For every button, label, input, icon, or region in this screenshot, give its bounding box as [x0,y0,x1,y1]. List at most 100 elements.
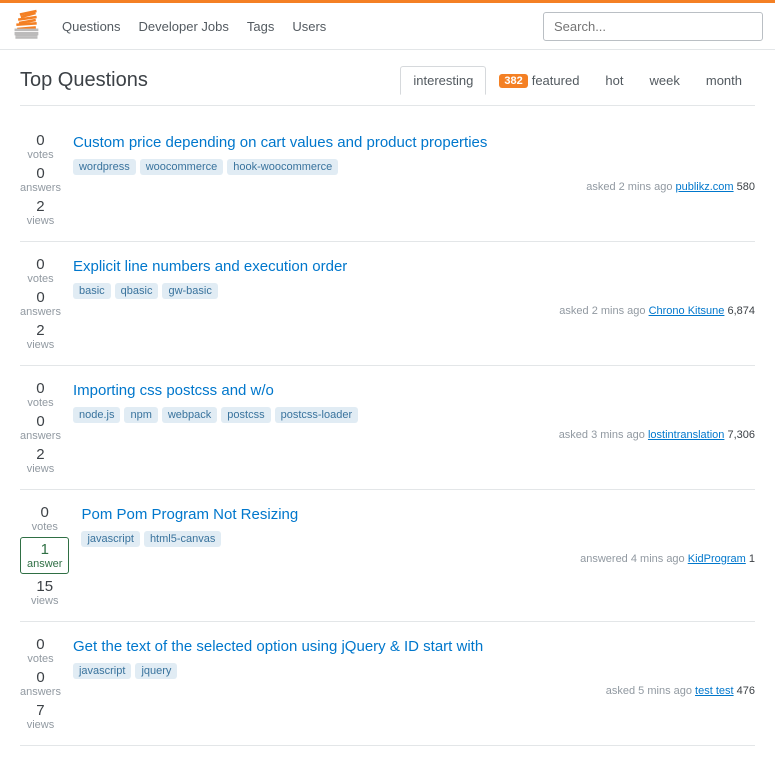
question-item: 0votes0answers2viewsImporting css postcs… [20,366,755,490]
nav-questions[interactable]: Questions [62,19,121,34]
votes-group: 0votes [27,256,53,285]
answers-group: 0answers [20,413,61,442]
tag[interactable]: javascript [81,531,139,547]
user-link[interactable]: KidProgram [688,553,746,565]
vote-label: votes [27,149,53,161]
question-title[interactable]: Get the text of the selected option usin… [73,636,755,657]
answers-group: 1answer [20,537,69,574]
top-bar: Top Questions interesting 382 featured h… [20,66,755,106]
tab-month[interactable]: month [693,66,755,95]
user-link[interactable]: test test [695,685,734,697]
view-count: 15 [36,578,53,595]
tag[interactable]: javascript [73,663,131,679]
tab-interesting[interactable]: interesting [400,66,486,95]
action-label: asked 5 mins ago [606,685,695,697]
tag[interactable]: postcss-loader [275,407,359,423]
answer-label: answers [20,686,61,698]
votes-group: 0votes [27,636,53,665]
nav-developer-jobs[interactable]: Developer Jobs [139,19,229,34]
tab-featured[interactable]: 382 featured [486,66,592,95]
user-score: 7,306 [727,429,755,441]
votes-group: 0votes [32,504,58,533]
tag[interactable]: jquery [135,663,177,679]
answer-count: 1 [41,541,49,558]
action-label: asked 2 mins ago [586,181,675,193]
tag[interactable]: basic [73,283,111,299]
tag[interactable]: gw-basic [162,283,217,299]
header: Questions Developer Jobs Tags Users [0,0,775,50]
question-item: 0votes0answers7viewsGet the text of the … [20,622,755,746]
answer-label: answers [20,306,61,318]
votes-group: 0votes [27,132,53,161]
answer-label: answer [27,558,62,570]
vote-count: 0 [36,636,44,653]
nav-tags[interactable]: Tags [247,19,274,34]
question-title[interactable]: Pom Pom Program Not Resizing [81,504,755,525]
question-title[interactable]: Explicit line numbers and execution orde… [73,256,755,277]
action-label: asked 2 mins ago [559,305,648,317]
tag[interactable]: hook-woocommerce [227,159,338,175]
question-stats: 0votes0answers2views [20,256,61,351]
tag[interactable]: npm [124,407,157,423]
tags-row: javascriptjquery [73,663,755,679]
view-label: views [27,463,55,475]
tab-week[interactable]: week [637,66,693,95]
answer-count: 0 [36,413,44,430]
question-stats: 0votes0answers7views [20,636,61,731]
answer-count: 0 [36,289,44,306]
answer-label: answers [20,182,61,194]
tag[interactable]: qbasic [115,283,159,299]
tag[interactable]: node.js [73,407,120,423]
tag[interactable]: html5-canvas [144,531,221,547]
vote-label: votes [32,521,58,533]
view-label: views [27,719,55,731]
view-count: 7 [36,702,44,719]
question-meta: asked 2 mins ago publikz.com 580 [73,181,755,193]
user-link[interactable]: lostintranslation [648,429,724,441]
user-score: 580 [737,181,755,193]
question-title[interactable]: Importing css postcss and w/o [73,380,755,401]
question-meta: answered 4 mins ago KidProgram 1 [81,553,755,565]
question-item: 0votes0answers2viewsCustom price dependi… [20,118,755,242]
votes-group: 0votes [27,380,53,409]
view-label: views [27,339,55,351]
tag[interactable]: postcss [221,407,270,423]
nav-users[interactable]: Users [292,19,326,34]
vote-count: 0 [36,132,44,149]
vote-label: votes [27,653,53,665]
search-input[interactable] [543,12,763,41]
tag[interactable]: wordpress [73,159,136,175]
answers-group: 0answers [20,165,61,194]
user-link[interactable]: publikz.com [676,181,734,193]
user-link[interactable]: Chrono Kitsune [649,305,725,317]
featured-badge: 382 [499,74,527,88]
vote-label: votes [27,397,53,409]
question-content: Importing css postcss and w/o node.jsnpmw… [73,380,755,475]
question-title[interactable]: Custom price depending on cart values an… [73,132,755,153]
views-group: 7views [27,702,55,731]
answers-group: 0answers [20,289,61,318]
page-title: Top Questions [20,69,148,92]
tag[interactable]: webpack [162,407,217,423]
question-content: Explicit line numbers and execution orde… [73,256,755,351]
action-label: answered 4 mins ago [580,553,688,565]
tabs: interesting 382 featured hot week month [400,66,755,95]
vote-count: 0 [36,380,44,397]
vote-count: 0 [36,256,44,273]
question-meta: asked 3 mins ago lostintranslation 7,306 [73,429,755,441]
question-stats: 0votes0answers2views [20,380,61,475]
tags-row: node.jsnpm webpackpostcss postcss-loader [73,407,755,423]
tag[interactable]: woocommerce [140,159,224,175]
question-stats: 0votes1answer15views [20,504,69,607]
user-score: 1 [749,553,755,565]
logo-icon[interactable] [12,9,46,43]
question-content: Get the text of the selected option usin… [73,636,755,731]
answers-group: 0answers [20,669,61,698]
user-score: 476 [737,685,755,697]
answer-count: 0 [36,669,44,686]
question-stats: 0votes0answers2views [20,132,61,227]
tab-hot[interactable]: hot [592,66,636,95]
vote-count: 0 [41,504,49,521]
views-group: 2views [27,322,55,351]
questions-list: 0votes0answers2viewsCustom price dependi… [20,118,755,746]
